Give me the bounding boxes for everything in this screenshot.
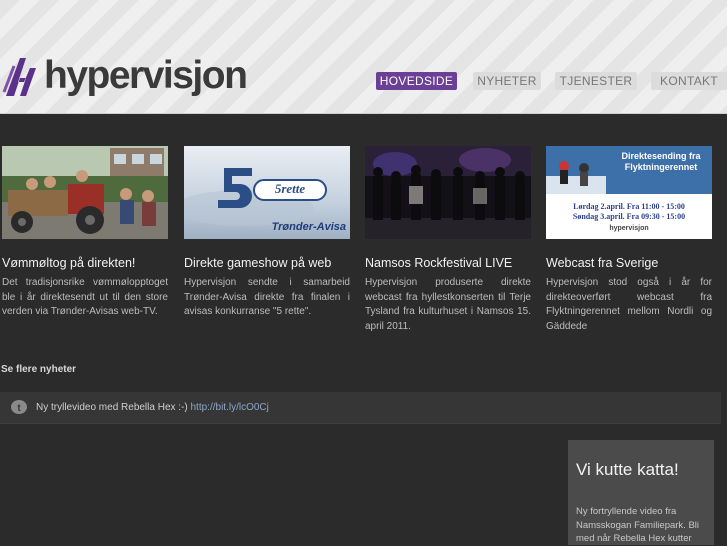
twitter-bird-icon: t	[11, 400, 27, 414]
news-image-2[interactable]: 5rette Trønder-Avisa	[184, 146, 350, 239]
more-news-link[interactable]: Se flere nyheter	[1, 364, 76, 375]
banner-line-1: Lørdag 2.april. Fra 11:00 - 15:00	[573, 202, 685, 211]
nav-nyheter[interactable]: NYHETER	[473, 72, 541, 90]
banner-heading: Direktesending fra Flyktningerennet	[621, 151, 701, 172]
news-text-4: Hypervisjon stod også i år for direkteov…	[546, 277, 712, 332]
tweet-message: Ny tryllevideo med Rebella Hex :-)	[36, 402, 188, 413]
tractor-parade-photo	[2, 146, 168, 239]
tweet-link[interactable]: http://bit.ly/lcO0Cj	[191, 402, 269, 413]
promo-title: Vi kutte katta!	[576, 460, 679, 479]
banner-line-2: Søndag 3.april. Fra 09:30 - 15:00	[572, 212, 686, 221]
news-title-4[interactable]: Webcast fra Sverige	[546, 256, 658, 270]
news-image-1[interactable]	[2, 146, 168, 239]
promo-text: Ny fortryllende video fra Namsskogan Fam…	[576, 506, 700, 544]
news-text-3: Hypervisjon produserte direkte webcast f…	[365, 277, 531, 332]
news-card-1: Vømmøltog på direkten! Det tradisjonsrik…	[2, 146, 168, 317]
five-rette-word: 5rette	[274, 181, 306, 196]
tweet-bar: t Ny tryllevideo med Rebella Hex :-) htt…	[0, 392, 721, 424]
news-text-2: Hypervisjon sendte i samarbeid Trønder-A…	[184, 277, 350, 318]
news-card-3: Namsos Rockfestival LIVE Hypervisjon pro…	[365, 146, 531, 332]
news-title-1[interactable]: Vømmøltog på direkten!	[2, 256, 135, 270]
tweet-text: Ny tryllevideo med Rebella Hex :-) http:…	[36, 402, 269, 413]
banner-logo: hypervisjon	[609, 225, 649, 232]
news-title-3[interactable]: Namsos Rockfestival LIVE	[365, 256, 512, 270]
nav-kontakt[interactable]: KONTAKT	[651, 72, 727, 90]
tronder-avisa-logo: Trønder-Avisa	[271, 221, 346, 233]
news-text-1: Det tradisjonsrike vømmølopptoget ble i …	[2, 277, 168, 318]
news-image-4[interactable]: Direktesending fra Flyktningerennet Lørd…	[546, 146, 712, 239]
news-title-2[interactable]: Direkte gameshow på web	[184, 256, 331, 270]
news-image-3[interactable]	[365, 146, 531, 239]
nav-tjenester[interactable]: TJENESTER	[555, 72, 637, 90]
logo-mark-icon	[2, 58, 36, 96]
news-card-2: 5rette Trønder-Avisa Direkte gameshow på…	[184, 146, 350, 317]
logo-text: hypervisjon	[44, 54, 248, 97]
promo-box[interactable]: Vi kutte katta! Ny fortryllende video fr…	[568, 440, 714, 545]
news-card-4: Direktesending fra Flyktningerennet Lørd…	[546, 146, 712, 332]
nav-hovedside[interactable]: HOVEDSIDE	[376, 72, 457, 90]
concert-stage-photo	[365, 146, 531, 239]
header: hypervisjon HOVEDSIDE NYHETER TJENESTER …	[0, 0, 727, 114]
